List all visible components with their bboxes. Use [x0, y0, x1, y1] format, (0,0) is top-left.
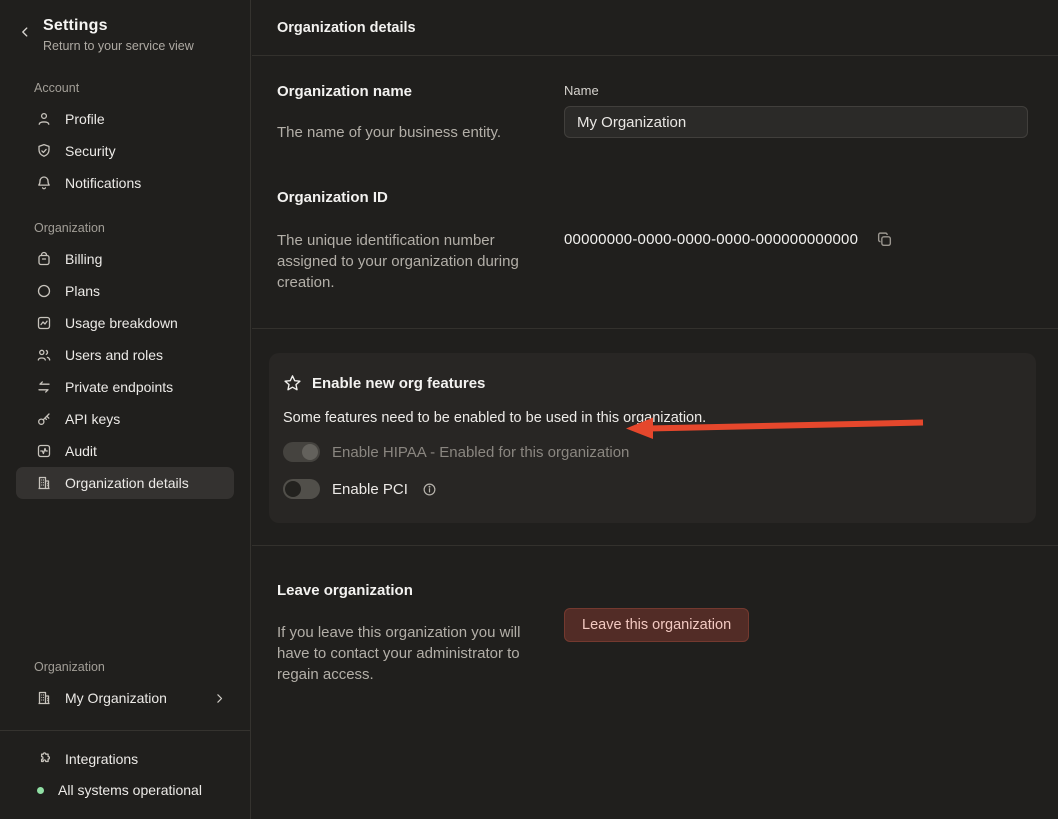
features-card-description: Some features need to be enabled to be u… [283, 410, 1020, 426]
copy-icon[interactable] [876, 231, 893, 248]
chart-icon [36, 315, 52, 331]
sidebar-item-usage-breakdown[interactable]: Usage breakdown [16, 307, 234, 339]
sidebar-item-label: Organization details [65, 475, 189, 491]
features-card: Enable new org features Some features ne… [269, 353, 1036, 523]
sidebar-item-label: Usage breakdown [65, 315, 178, 331]
section-divider [252, 545, 1058, 546]
sidebar-item-profile[interactable]: Profile [16, 103, 234, 135]
leave-content: Leave organization If you leave this org… [252, 582, 1058, 685]
person-icon [36, 111, 52, 127]
sidebar-item-organization-details[interactable]: Organization details [16, 467, 234, 499]
org-id-value-row: 00000000-0000-0000-0000-000000000000 [564, 231, 1028, 248]
star-icon [283, 374, 302, 393]
org-name-input[interactable] [564, 106, 1028, 138]
org-id-section: Organization ID The unique identificatio… [277, 189, 1028, 293]
sidebar-item-label: Users and roles [65, 347, 163, 363]
leave-organization-button[interactable]: Leave this organization [564, 608, 749, 642]
sidebar-header: Settings Return to your service view [0, 0, 250, 53]
sidebar-subtitle[interactable]: Return to your service view [43, 39, 194, 53]
main-header: Organization details [252, 0, 1058, 56]
pci-toggle-label: Enable PCI [332, 481, 408, 498]
puzzle-icon [36, 751, 52, 767]
bell-icon [36, 175, 52, 191]
org-id-value: 00000000-0000-0000-0000-000000000000 [564, 231, 858, 248]
sidebar-item-plans[interactable]: Plans [16, 275, 234, 307]
sidebar-item-label: Plans [65, 283, 100, 299]
leave-description: If you leave this organization you will … [277, 622, 531, 685]
key-icon [36, 411, 52, 427]
org-name-right: Name [564, 83, 1028, 143]
sidebar-item-notifications[interactable]: Notifications [16, 167, 234, 199]
sidebar-item-api-keys[interactable]: API keys [16, 403, 234, 435]
toggle-knob [285, 481, 301, 497]
sidebar-item-my-organization[interactable]: My Organization [16, 682, 234, 714]
section-label-organization: Organization [34, 221, 250, 235]
settings-app: Settings Return to your service view Acc… [0, 0, 1058, 819]
org-name-description: The name of your business entity. [277, 122, 564, 143]
leave-section: Leave organization If you leave this org… [277, 582, 1028, 685]
org-switcher-label: My Organization [65, 690, 167, 706]
sidebar-item-label: Private endpoints [65, 379, 173, 395]
sidebar-item-label: API keys [65, 411, 120, 427]
section-divider [252, 328, 1058, 329]
sidebar-item-label: Security [65, 143, 116, 159]
main-panel: Organization details Organization name T… [252, 0, 1058, 819]
sidebar-item-label: Notifications [65, 175, 141, 191]
leave-title: Leave organization [277, 582, 564, 599]
shield-icon [36, 143, 52, 159]
sidebar-item-integrations[interactable]: Integrations [16, 743, 234, 775]
sidebar-item-label: Audit [65, 443, 97, 459]
activity-icon [36, 443, 52, 459]
leave-right: Leave this organization [564, 582, 1028, 685]
sidebar: Settings Return to your service view Acc… [0, 0, 251, 819]
status-dot-icon [37, 787, 44, 794]
sidebar-item-audit[interactable]: Audit [16, 435, 234, 467]
hipaa-toggle-row: Enable HIPAA - Enabled for this organiza… [283, 441, 1020, 463]
status-label: All systems operational [58, 782, 202, 798]
building-icon [36, 475, 52, 491]
hipaa-toggle-label: Enable HIPAA - Enabled for this organiza… [332, 444, 629, 461]
main-content: Organization name The name of your busin… [252, 83, 1058, 293]
leave-left: Leave organization If you leave this org… [277, 582, 564, 685]
sidebar-item-users-and-roles[interactable]: Users and roles [16, 339, 234, 371]
circle-icon [36, 283, 52, 299]
sidebar-item-security[interactable]: Security [16, 135, 234, 167]
pci-toggle-row: Enable PCI [283, 478, 1020, 500]
sidebar-title-block: Settings Return to your service view [43, 17, 194, 53]
sidebar-spacer [0, 499, 250, 660]
building-icon [36, 690, 52, 706]
pci-toggle[interactable] [283, 479, 320, 499]
users-icon [36, 347, 52, 363]
page-title: Organization details [277, 20, 416, 36]
features-card-header: Enable new org features [283, 374, 1020, 393]
org-id-title: Organization ID [277, 189, 564, 206]
section-label-bottom-organization: Organization [34, 660, 250, 674]
swap-arrows-icon [36, 379, 52, 395]
org-name-title: Organization name [277, 83, 564, 100]
sidebar-item-private-endpoints[interactable]: Private endpoints [16, 371, 234, 403]
system-status[interactable]: All systems operational [16, 775, 234, 805]
hipaa-toggle[interactable] [283, 442, 320, 462]
wallet-icon [36, 251, 52, 267]
sidebar-title: Settings [43, 17, 194, 35]
org-id-description: The unique identification number assigne… [277, 230, 531, 293]
org-id-left: Organization ID The unique identificatio… [277, 189, 564, 293]
org-name-section: Organization name The name of your busin… [277, 83, 1028, 143]
sidebar-item-billing[interactable]: Billing [16, 243, 234, 275]
sidebar-item-label: Billing [65, 251, 102, 267]
sidebar-bottom-block: Integrations All systems operational [0, 731, 250, 819]
toggle-knob [302, 444, 318, 460]
name-field-label: Name [564, 83, 1028, 98]
info-icon[interactable] [422, 482, 437, 497]
org-id-right: 00000000-0000-0000-0000-000000000000 [564, 189, 1028, 293]
back-chevron-icon[interactable] [16, 23, 34, 41]
sidebar-item-label: Profile [65, 111, 105, 127]
sidebar-item-label: Integrations [65, 751, 138, 767]
chevron-right-icon [213, 692, 226, 705]
org-name-left: Organization name The name of your busin… [277, 83, 564, 143]
features-card-title: Enable new org features [312, 375, 485, 392]
section-label-account: Account [34, 81, 250, 95]
